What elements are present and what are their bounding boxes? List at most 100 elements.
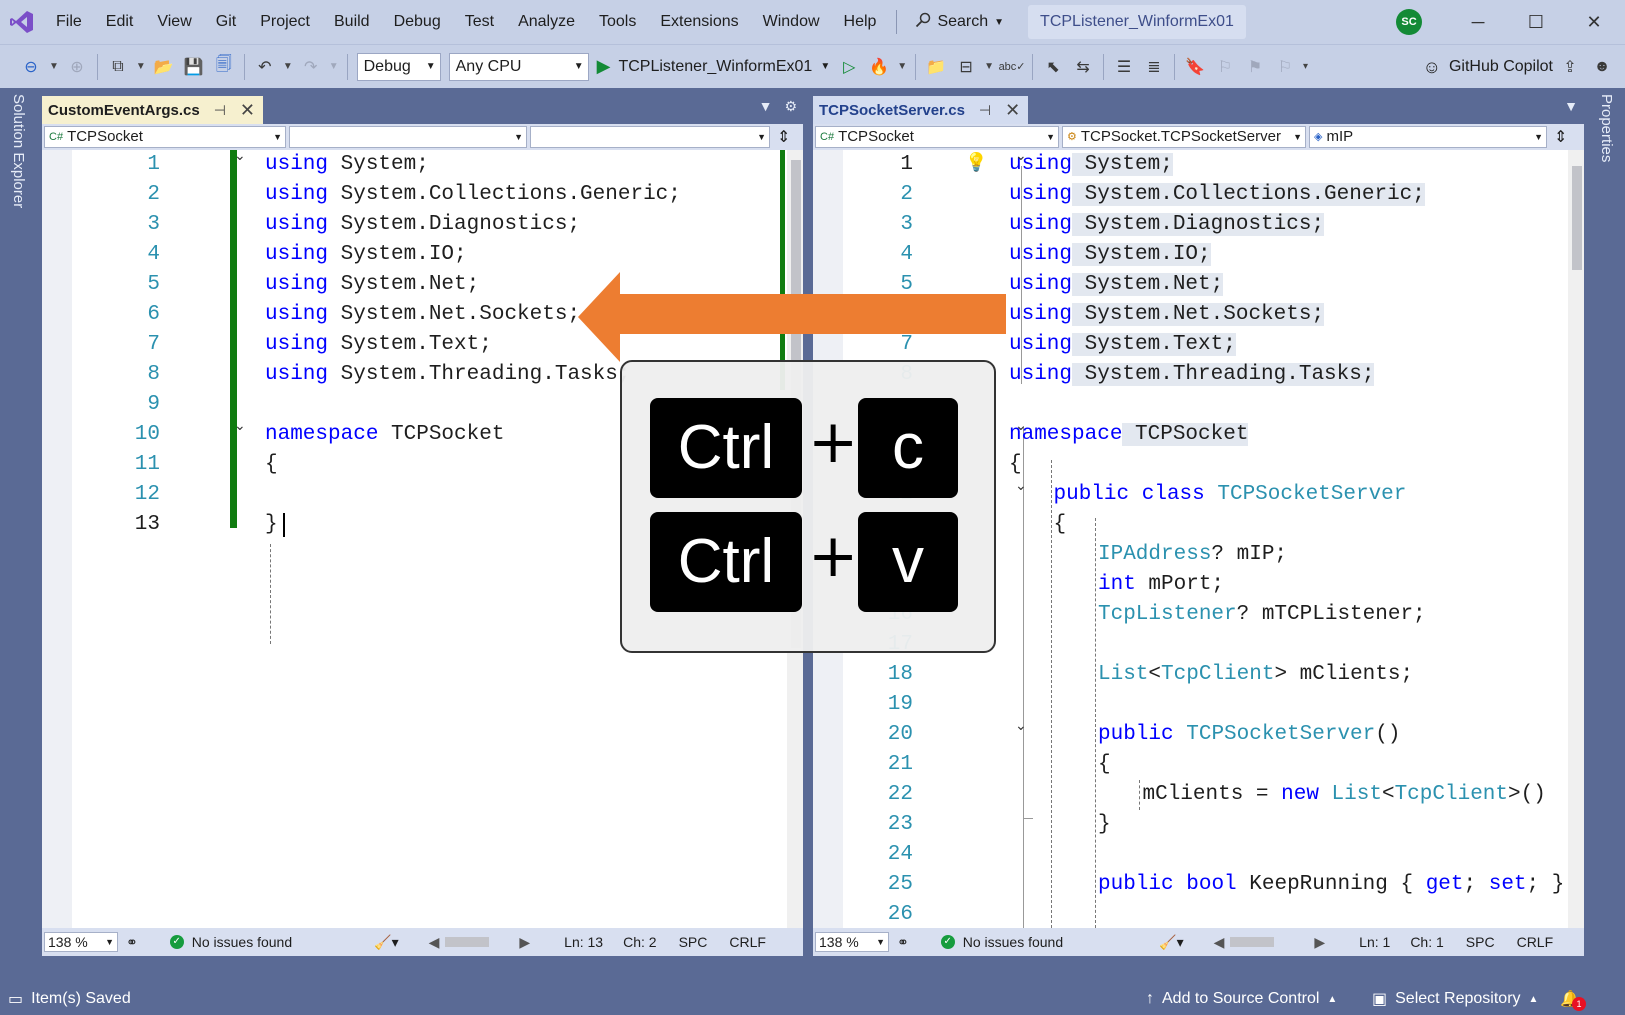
navigate-back-button[interactable]: ⊖ — [18, 54, 44, 80]
chevron-down-icon[interactable]: ▼ — [329, 61, 339, 72]
chevron-down-icon[interactable]: ▼ — [136, 61, 146, 72]
tab-list-dropdown-icon[interactable]: ▼ — [759, 98, 773, 115]
compare-button[interactable]: ⇆ — [1070, 54, 1096, 80]
solution-configuration-select[interactable]: Debug ▼ — [356, 52, 441, 81]
properties-tab[interactable]: Properties — [1598, 94, 1615, 162]
zoom-select[interactable]: 138 % ▼ — [815, 932, 889, 952]
close-icon[interactable]: ✕ — [240, 100, 255, 121]
maximize-button[interactable]: ☐ — [1508, 0, 1564, 44]
tab-list-dropdown-icon[interactable]: ▼ — [1564, 98, 1578, 114]
pin-icon[interactable]: ⊣ — [979, 102, 991, 119]
minimize-button[interactable]: ─ — [1450, 0, 1506, 44]
layout-button[interactable]: ⊟ — [953, 54, 979, 80]
bookmark-button[interactable]: 🔖 — [1182, 54, 1208, 80]
intellicode-icon[interactable]: ⚭ — [126, 934, 138, 951]
type-dropdown[interactable]: ▼ — [289, 126, 527, 148]
open-file-button[interactable]: 📂 — [151, 54, 177, 80]
intellicode-icon[interactable]: ⚭ — [897, 934, 909, 951]
share-button[interactable]: ⇪ — [1557, 54, 1583, 80]
pin-icon[interactable]: ⊣ — [214, 102, 226, 119]
menu-git[interactable]: Git — [204, 0, 248, 44]
horizontal-scroll-thumb[interactable] — [1230, 937, 1275, 947]
github-copilot-button[interactable]: ☺ GitHub Copilot — [1423, 45, 1553, 89]
undo-button[interactable]: ↶ — [252, 54, 278, 80]
column-indicator[interactable]: Ch: 1 — [1410, 934, 1443, 950]
line-indicator[interactable]: Ln: 13 — [564, 934, 603, 950]
save-all-button[interactable]: 🗐 — [211, 54, 237, 80]
navigate-forward-button[interactable]: ⊕ — [64, 54, 90, 80]
chevron-down-icon[interactable]: ▼ — [283, 61, 293, 72]
column-indicator[interactable]: Ch: 2 — [623, 934, 656, 950]
save-button[interactable]: 💾 — [181, 54, 207, 80]
notifications-button[interactable]: 🔔 1 — [1560, 983, 1586, 1015]
chevron-down-icon[interactable]: ▼ — [984, 61, 994, 72]
project-dropdown[interactable]: C# TCPSocket ▼ — [44, 126, 286, 148]
line-indicator[interactable]: Ln: 1 — [1359, 934, 1390, 950]
close-icon[interactable]: ✕ — [1005, 100, 1020, 121]
menu-test[interactable]: Test — [453, 0, 506, 44]
menu-project[interactable]: Project — [248, 0, 322, 44]
add-to-source-control-button[interactable]: ↑ Add to Source Control ▲ — [1146, 983, 1337, 1015]
comment-button[interactable]: ☰ — [1111, 54, 1137, 80]
chevron-down-icon[interactable]: ▼ — [49, 61, 59, 72]
search-button[interactable]: Search ▼ — [907, 0, 1012, 44]
hot-reload-button[interactable]: 🔥 — [866, 54, 892, 80]
menu-build[interactable]: Build — [322, 0, 382, 44]
start-debugging-button[interactable]: ▶ TCPListener_WinformEx01 ▼ — [597, 56, 831, 77]
menu-file[interactable]: File — [44, 0, 94, 44]
scroll-right-icon[interactable]: ▶ — [519, 934, 530, 951]
line-ending-indicator[interactable]: CRLF — [729, 934, 766, 950]
redo-button[interactable]: ↷ — [298, 54, 324, 80]
folder-view-button[interactable]: 📁 — [923, 54, 949, 80]
menu-debug[interactable]: Debug — [382, 0, 453, 44]
menu-help[interactable]: Help — [832, 0, 889, 44]
code-cleanup-icon[interactable]: 🧹▾ — [1159, 934, 1183, 951]
solution-explorer-tab[interactable]: Solution Explorer — [10, 94, 27, 208]
chevron-down-icon[interactable]: ▼ — [897, 61, 907, 72]
ctor-fold-toggle[interactable]: ⌄ — [1015, 718, 1027, 734]
using-fold-toggle[interactable]: ⌄ — [1015, 150, 1027, 164]
split-window-icon[interactable]: ⇕ — [1554, 127, 1567, 147]
visual-studio-logo-icon[interactable] — [0, 0, 44, 44]
namespace-fold-toggle[interactable]: ⌄ — [234, 418, 246, 434]
member-dropdown[interactable]: ▼ — [530, 126, 770, 148]
line-ending-indicator[interactable]: CRLF — [1517, 934, 1554, 950]
member-dropdown[interactable]: ◈ mIP ▼ — [1309, 126, 1547, 148]
next-bookmark-button[interactable]: ⚑ — [1242, 54, 1268, 80]
zoom-select[interactable]: 138 % ▼ — [44, 932, 118, 952]
tab-tcpsocketserver[interactable]: TCPSocketServer.cs ⊣ ✕ — [813, 96, 1029, 124]
pointer-button[interactable]: ⬉ — [1040, 54, 1066, 80]
solution-name[interactable]: TCPListener_WinformEx01 — [1028, 5, 1246, 39]
uncomment-button[interactable]: ≣ — [1141, 54, 1167, 80]
menu-tools[interactable]: Tools — [587, 0, 648, 44]
whitespace-indicator[interactable]: SPC — [1466, 934, 1495, 950]
right-vertical-scrollbar[interactable] — [1568, 150, 1584, 928]
toolbar-overflow-icon[interactable]: ▾ — [1303, 61, 1308, 72]
issues-label[interactable]: No issues found — [192, 934, 292, 950]
right-scroll-thumb[interactable] — [1572, 166, 1582, 270]
menu-edit[interactable]: Edit — [94, 0, 146, 44]
spell-check-button[interactable]: abc✓ — [999, 54, 1026, 80]
scroll-left-icon[interactable]: ◀ — [1214, 934, 1225, 951]
menu-window[interactable]: Window — [751, 0, 832, 44]
horizontal-scroll-thumb[interactable] — [445, 937, 490, 947]
feedback-button[interactable]: ☻ — [1589, 54, 1615, 80]
output-window-icon[interactable]: ▭ — [8, 989, 23, 1009]
split-window-icon[interactable]: ⇕ — [777, 127, 790, 147]
menu-view[interactable]: View — [145, 0, 203, 44]
user-avatar[interactable]: SC — [1396, 9, 1422, 35]
using-fold-toggle[interactable]: ⌄ — [234, 150, 246, 164]
start-without-debugging-button[interactable]: ▷ — [836, 54, 862, 80]
prev-bookmark-button[interactable]: ⚐ — [1212, 54, 1238, 80]
gear-icon[interactable]: ⚙ — [784, 98, 797, 115]
tab-customeventargs[interactable]: CustomEventArgs.cs ⊣ ✕ — [42, 96, 264, 124]
issues-label[interactable]: No issues found — [963, 934, 1063, 950]
namespace-fold-toggle[interactable]: ⌄ — [1015, 418, 1027, 434]
project-dropdown[interactable]: C# TCPSocket ▼ — [815, 126, 1059, 148]
new-project-button[interactable]: ⧉ — [105, 54, 131, 80]
scroll-right-icon[interactable]: ▶ — [1314, 934, 1325, 951]
scroll-left-icon[interactable]: ◀ — [429, 934, 440, 951]
clear-bookmarks-button[interactable]: ⚐ — [1272, 54, 1298, 80]
type-dropdown[interactable]: ⚙ TCPSocket.TCPSocketServer ▼ — [1062, 126, 1306, 148]
whitespace-indicator[interactable]: SPC — [679, 934, 708, 950]
